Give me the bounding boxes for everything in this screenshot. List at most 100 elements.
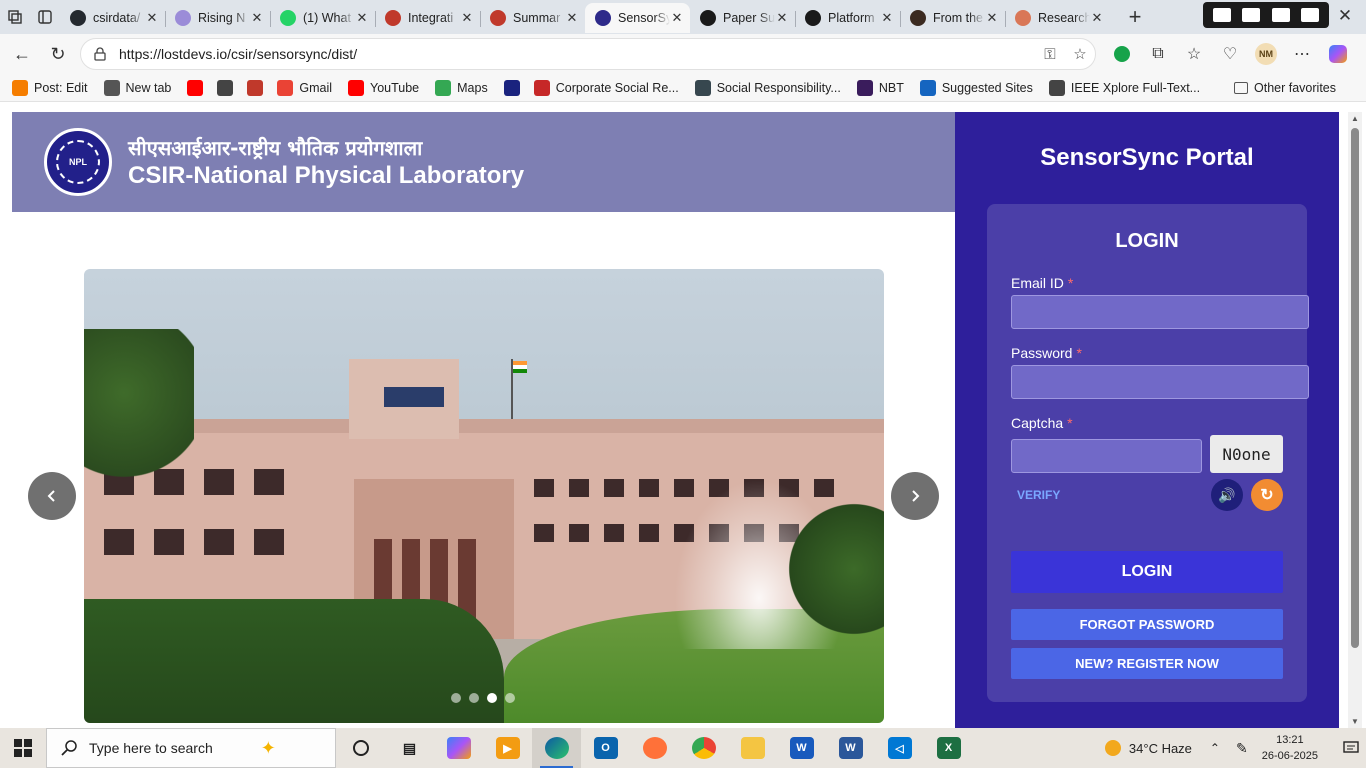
carousel-dot[interactable]: [505, 693, 515, 703]
profile-avatar[interactable]: NM: [1248, 38, 1284, 70]
close-tab-icon[interactable]: ✕: [1090, 10, 1104, 26]
excel-icon[interactable]: X: [924, 728, 973, 768]
close-tab-icon[interactable]: ✕: [250, 10, 264, 26]
browser-tab[interactable]: Research ✕: [1005, 3, 1110, 33]
bookmark-item[interactable]: Post: Edit: [12, 79, 88, 96]
copilot-taskbar-icon[interactable]: [434, 728, 483, 768]
bookmark-item[interactable]: Suggested Sites: [919, 79, 1033, 96]
bookmark-item[interactable]: New tab: [103, 79, 171, 96]
notification-icon[interactable]: [1336, 728, 1366, 768]
bookmark-item[interactable]: NBT: [856, 79, 904, 96]
word-doc-icon[interactable]: W: [826, 728, 875, 768]
extensions-icon[interactable]: ⧉: [1140, 38, 1176, 70]
refresh-captcha-button[interactable]: ↻: [1251, 479, 1283, 511]
scroll-up-icon[interactable]: ▲: [1351, 114, 1359, 123]
bookmark-item[interactable]: [503, 79, 526, 96]
task-view-icon[interactable]: [336, 728, 385, 768]
browser-tab[interactable]: (1) What ✕: [270, 3, 375, 33]
browser-tab[interactable]: Integrati ✕: [375, 3, 480, 33]
grammarly-icon[interactable]: [1104, 38, 1140, 70]
bookmark-item[interactable]: Corporate Social Re...: [533, 79, 679, 96]
close-tab-icon[interactable]: ✕: [985, 10, 999, 26]
bookmark-item[interactable]: [217, 79, 239, 96]
widgets-icon[interactable]: ▤: [385, 728, 434, 768]
close-tab-icon[interactable]: ✕: [670, 10, 684, 26]
forgot-password-button[interactable]: FORGOT PASSWORD: [1011, 609, 1283, 640]
tray-chevron-icon[interactable]: ⌃: [1210, 741, 1220, 755]
bookmark-item[interactable]: [247, 79, 269, 96]
login-button[interactable]: LOGIN: [1011, 551, 1283, 593]
reload-icon[interactable]: ↻: [40, 38, 76, 70]
scroll-thumb[interactable]: [1351, 128, 1359, 648]
bookmark-label: Corporate Social Re...: [555, 80, 679, 95]
register-button[interactable]: NEW? REGISTER NOW: [1011, 648, 1283, 679]
bookmark-item[interactable]: Gmail: [277, 79, 332, 96]
video-icon[interactable]: [1242, 8, 1261, 22]
address-bar[interactable]: https://lostdevs.io/csir/sensorsync/dist…: [80, 38, 1096, 70]
close-tab-icon[interactable]: ✕: [565, 10, 579, 26]
browser-tab[interactable]: Rising N ✕: [165, 3, 270, 33]
carousel-prev-button[interactable]: [28, 472, 76, 520]
page-scrollbar[interactable]: ▲ ▼: [1348, 112, 1362, 728]
carousel-dot[interactable]: [487, 693, 497, 703]
media-player-icon[interactable]: ▶: [483, 728, 532, 768]
scroll-down-icon[interactable]: ▼: [1351, 717, 1359, 726]
key-icon[interactable]: ⚿: [1035, 39, 1065, 69]
more-menu-icon[interactable]: ⋯: [1284, 38, 1320, 70]
chrome-icon[interactable]: [679, 728, 728, 768]
bookmark-item[interactable]: Maps: [435, 79, 488, 96]
back-arrow-icon[interactable]: ←: [4, 38, 40, 70]
browser-tab[interactable]: SensorSy ✕: [585, 3, 690, 33]
new-tab-button[interactable]: +: [1120, 2, 1150, 32]
email-field[interactable]: [1011, 295, 1309, 329]
word-icon[interactable]: W: [777, 728, 826, 768]
bookmark-item[interactable]: [187, 79, 209, 96]
vscode-icon[interactable]: ◁: [875, 728, 924, 768]
browser-tab[interactable]: Paper Su ✕: [690, 3, 795, 33]
favorites-icon[interactable]: ☆: [1176, 38, 1212, 70]
verify-link[interactable]: VERIFY: [1017, 488, 1060, 502]
settings-icon[interactable]: [1301, 8, 1320, 22]
close-window-icon[interactable]: ✕: [1330, 2, 1360, 30]
bookmark-item[interactable]: Social Responsibility...: [694, 79, 841, 96]
bookmark-item[interactable]: IEEE Xplore Full-Text...: [1048, 79, 1200, 96]
workspaces-icon[interactable]: [0, 2, 30, 32]
browser-tab[interactable]: Summar ✕: [480, 3, 585, 33]
audio-captcha-button[interactable]: 🔊: [1211, 479, 1243, 511]
clock[interactable]: 13:21 26-06-2025: [1262, 732, 1318, 764]
browser-tab[interactable]: csirdata/ ✕: [60, 3, 165, 33]
toolbar-icons: ⧉ ☆ ♡ NM ⋯: [1104, 38, 1356, 70]
carousel-next-button[interactable]: [891, 472, 939, 520]
screen-capture-toolbar[interactable]: [1203, 2, 1329, 28]
tab-title: Paper Su: [723, 11, 775, 25]
favorite-star-icon[interactable]: ☆: [1065, 39, 1095, 69]
copilot-icon[interactable]: [1320, 38, 1356, 70]
browser-tab[interactable]: Platform ✕: [795, 3, 900, 33]
other-favorites[interactable]: Other favorites: [1234, 81, 1336, 95]
window-icon[interactable]: [1271, 8, 1290, 22]
close-tab-icon[interactable]: ✕: [775, 10, 789, 26]
edge-icon[interactable]: [532, 728, 581, 768]
carousel-dot[interactable]: [451, 693, 461, 703]
taskbar-search[interactable]: Type here to search ✦: [46, 728, 336, 768]
pen-icon[interactable]: ✎: [1236, 740, 1248, 757]
health-icon[interactable]: ♡: [1212, 38, 1248, 70]
bookmark-item[interactable]: YouTube: [348, 79, 419, 96]
weather-widget[interactable]: 34°C Haze: [1104, 740, 1192, 756]
close-tab-icon[interactable]: ✕: [355, 10, 369, 26]
site-info-icon[interactable]: [93, 47, 107, 61]
firefox-icon[interactable]: [630, 728, 679, 768]
carousel-dot[interactable]: [469, 693, 479, 703]
file-explorer-icon[interactable]: [728, 728, 777, 768]
password-field[interactable]: [1011, 365, 1309, 399]
close-tab-icon[interactable]: ✕: [460, 10, 474, 26]
browser-tab[interactable]: From the ✕: [900, 3, 1005, 33]
close-tab-icon[interactable]: ✕: [145, 10, 159, 26]
camera-icon[interactable]: [1212, 8, 1231, 22]
close-tab-icon[interactable]: ✕: [880, 10, 894, 26]
captcha-field[interactable]: [1011, 439, 1202, 473]
outlook-icon[interactable]: O: [581, 728, 630, 768]
start-button[interactable]: [0, 728, 46, 768]
tab-actions-icon[interactable]: [30, 2, 60, 32]
url-text[interactable]: https://lostdevs.io/csir/sensorsync/dist…: [119, 46, 1035, 62]
